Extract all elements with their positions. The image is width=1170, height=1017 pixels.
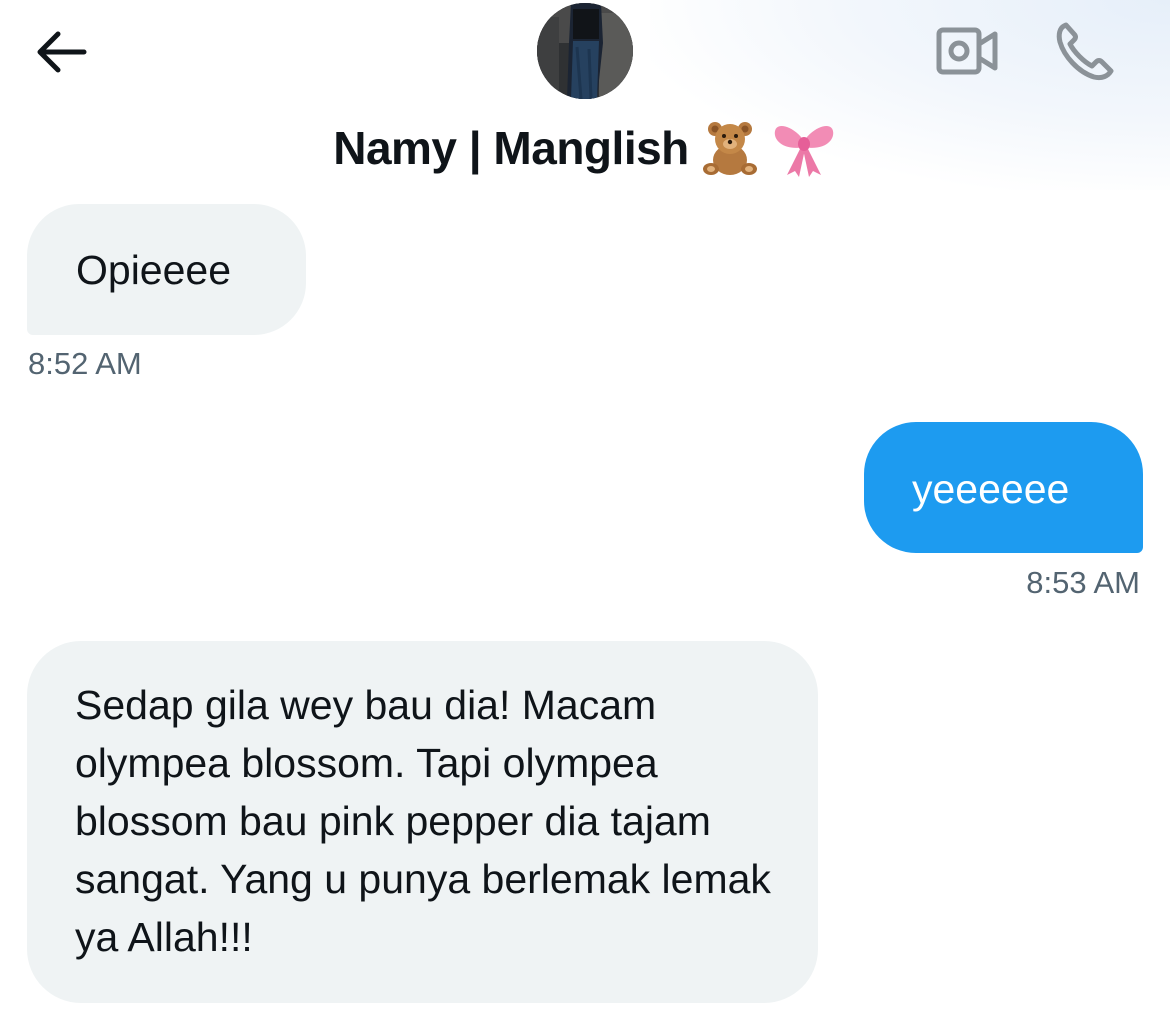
phone-icon (1056, 22, 1114, 81)
back-button[interactable] (28, 22, 92, 82)
voice-call-button[interactable] (1050, 18, 1120, 84)
conversation-header-title[interactable]: Namy | Manglish (0, 112, 1170, 184)
message-timestamp: 8:52 AM (28, 346, 142, 381)
message-text: Opieeee (76, 247, 232, 293)
dm-conversation-screen: Namy | Manglish Opieeee 8:52 AM yeeeeee … (0, 0, 1170, 1017)
arrow-left-icon (37, 31, 87, 73)
message-bubble-incoming[interactable]: Opieeee (27, 204, 306, 335)
avatar[interactable] (537, 3, 633, 99)
contact-name: Namy | Manglish (333, 122, 689, 174)
message-text: Sedap gila wey bau dia! Macam olympea bl… (75, 682, 771, 960)
avatar-photo (537, 3, 633, 99)
video-camera-icon (936, 27, 998, 75)
teddy-bear-emoji (702, 122, 757, 175)
video-call-button[interactable] (930, 22, 1004, 82)
pink-ribbon-emoji (774, 126, 833, 177)
message-bubble-incoming[interactable]: Sedap gila wey bau dia! Macam olympea bl… (27, 641, 818, 1003)
message-bubble-outgoing[interactable]: yeeeeee (864, 422, 1143, 553)
message-timestamp: 8:53 AM (1026, 565, 1140, 600)
message-text: yeeeeee (912, 466, 1070, 512)
